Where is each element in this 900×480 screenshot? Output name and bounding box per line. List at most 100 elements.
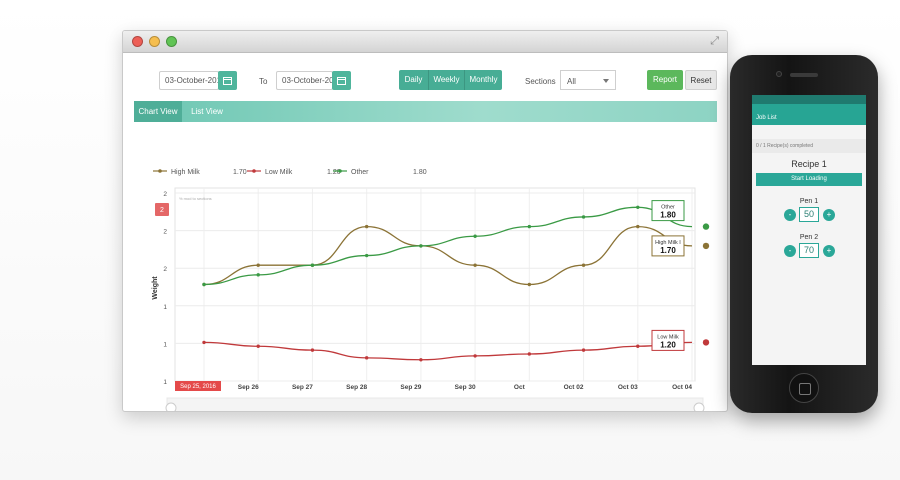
daily-button[interactable]: Daily [399,70,429,90]
sections-value: All [567,77,576,86]
data-point-1-5 [473,354,477,358]
data-point-2-5 [473,234,477,238]
x-tick-label-8: Oct 03 [618,384,638,391]
to-calendar-button[interactable] [332,71,351,90]
pen-1-minus-button[interactable]: - [784,209,796,221]
legend-label-1: Low Milk [265,169,293,176]
mobile-subtitle: 0 / 1 Recipe(s) completed [752,139,866,153]
y-tick-label-5: 2 [163,191,167,198]
data-point-0-1 [256,263,260,267]
x-tick-label-2: Sep 27 [292,384,313,391]
plot-area [174,187,696,382]
data-point-1-6 [527,352,532,356]
pen-2-label: Pen 2 [799,234,819,241]
data-point-2-1 [256,273,260,277]
home-button[interactable] [789,373,819,403]
x-tick-label-4: Sep 29 [400,384,421,391]
legend-label-0: High Milk [171,169,200,176]
sections-select[interactable]: All [560,70,616,90]
tab-chart-view[interactable]: Chart View [134,101,182,122]
data-point-0-7 [581,263,586,267]
data-point-2-6 [527,224,532,229]
x-tick-label-6: Oct [514,384,526,391]
navigator-right-handle [693,402,705,411]
filter-toolbar: 03-October-2016 To 03-October-2016 Daily… [123,53,727,99]
data-point-2-0 [202,282,206,287]
pen-1-plus-button[interactable]: + [823,209,835,221]
data-point-0-8 [636,224,640,229]
calendar-icon [337,77,346,85]
mobile-phone: Job List 0 / 1 Recipe(s) completed Recip… [730,55,878,413]
date-badge-label: Sep 25, 2016 [180,384,216,390]
data-point-1-7 [581,348,586,352]
report-button[interactable]: Report [647,70,683,90]
x-tick-label-9: Oct 04 [672,384,692,391]
y-tick-label-1: 1 [163,341,167,348]
navigator-left-handle [165,402,177,411]
recipe-title: Recipe 1 [791,159,827,169]
callout-value-0: 1.70 [660,246,676,255]
x-tick-label-7: Oct 02 [564,384,584,391]
from-date-input[interactable]: 03-October-2016 [159,71,219,90]
start-loading-button[interactable]: Start Loading [756,173,862,186]
legend-value-2: 1.80 [413,169,427,176]
pen-1-label: Pen 1 [799,198,819,205]
x-tick-label-1: Sep 26 [238,384,259,391]
mobile-title: Job List [756,115,777,121]
data-point-2-7 [581,215,586,219]
y-axis-label: Weight [152,276,159,300]
callout-value-2: 1.80 [660,211,676,220]
reset-button[interactable]: Reset [685,70,717,90]
data-point-1-8 [636,344,640,348]
data-point-0-6 [527,282,532,287]
calendar-icon [223,77,232,85]
data-point-1-1 [256,344,260,348]
mobile-status-bar [752,95,866,104]
data-point-2-3 [364,253,369,258]
range-navigator [166,397,704,411]
y-tick-label-0: 1 [163,379,167,386]
camera-icon [776,71,782,77]
legend-label-2: Other [351,169,369,176]
monthly-button[interactable]: Monthly [465,70,502,90]
line-chart: High Milk 1.70 Low Milk 1.20 Other 1.80 1 1 1 2 2 2… [152,169,710,411]
data-point-0-5 [473,263,477,267]
stage: ⤢ 03-October-2016 To 03-October-2016 Dai… [0,0,900,480]
callout-value-1: 1.20 [660,340,676,349]
legend-marker-1 [252,169,256,173]
pen-1-value[interactable]: 50 [799,207,819,222]
minimize-window-button[interactable] [149,36,160,47]
x-tick-label-3: Sep 28 [346,384,367,391]
legend-marker-0 [158,169,162,173]
data-point-2-2 [310,263,315,267]
maximize-window-button[interactable] [166,36,177,47]
sections-label: Sections [525,77,556,86]
data-point-1-0 [202,340,206,345]
pen-2-minus-button[interactable]: - [784,245,796,257]
data-point-2-8 [636,205,640,209]
chevron-down-icon [603,79,609,83]
to-date-input[interactable]: 03-October-2016 [276,71,333,90]
to-label: To [259,77,268,86]
weekly-button[interactable]: Weekly [429,70,465,90]
pen-2-value[interactable]: 70 [799,243,819,258]
browser-window: ⤢ 03-October-2016 To 03-October-2016 Dai… [122,30,728,412]
data-point-0-3 [364,224,369,229]
y-tick-label-3: 2 [163,266,167,273]
mobile-screen: Job List 0 / 1 Recipe(s) completed Recip… [752,95,866,365]
y-badge-label: 2 [160,207,164,214]
tab-list-view[interactable]: List View [182,101,232,122]
fullscreen-icon[interactable]: ⤢ [710,35,719,48]
chart-subtitle: % mod to sections [179,196,212,201]
pen-2-plus-button[interactable]: + [823,245,835,257]
chart-panel: High Milk 1.70 Low Milk 1.20 Other 1.80 1 1 1 2 2 2… [123,123,727,411]
from-calendar-button[interactable] [218,71,237,90]
data-point-1-2 [310,348,315,352]
x-tick-label-5: Sep 30 [455,384,476,391]
legend-marker-2 [338,169,342,173]
data-point-2-9 [702,223,710,230]
window-titlebar: ⤢ [123,31,727,53]
close-window-button[interactable] [132,36,143,47]
legend-value-0: 1.70 [233,169,247,176]
y-tick-label-2: 1 [163,304,167,311]
